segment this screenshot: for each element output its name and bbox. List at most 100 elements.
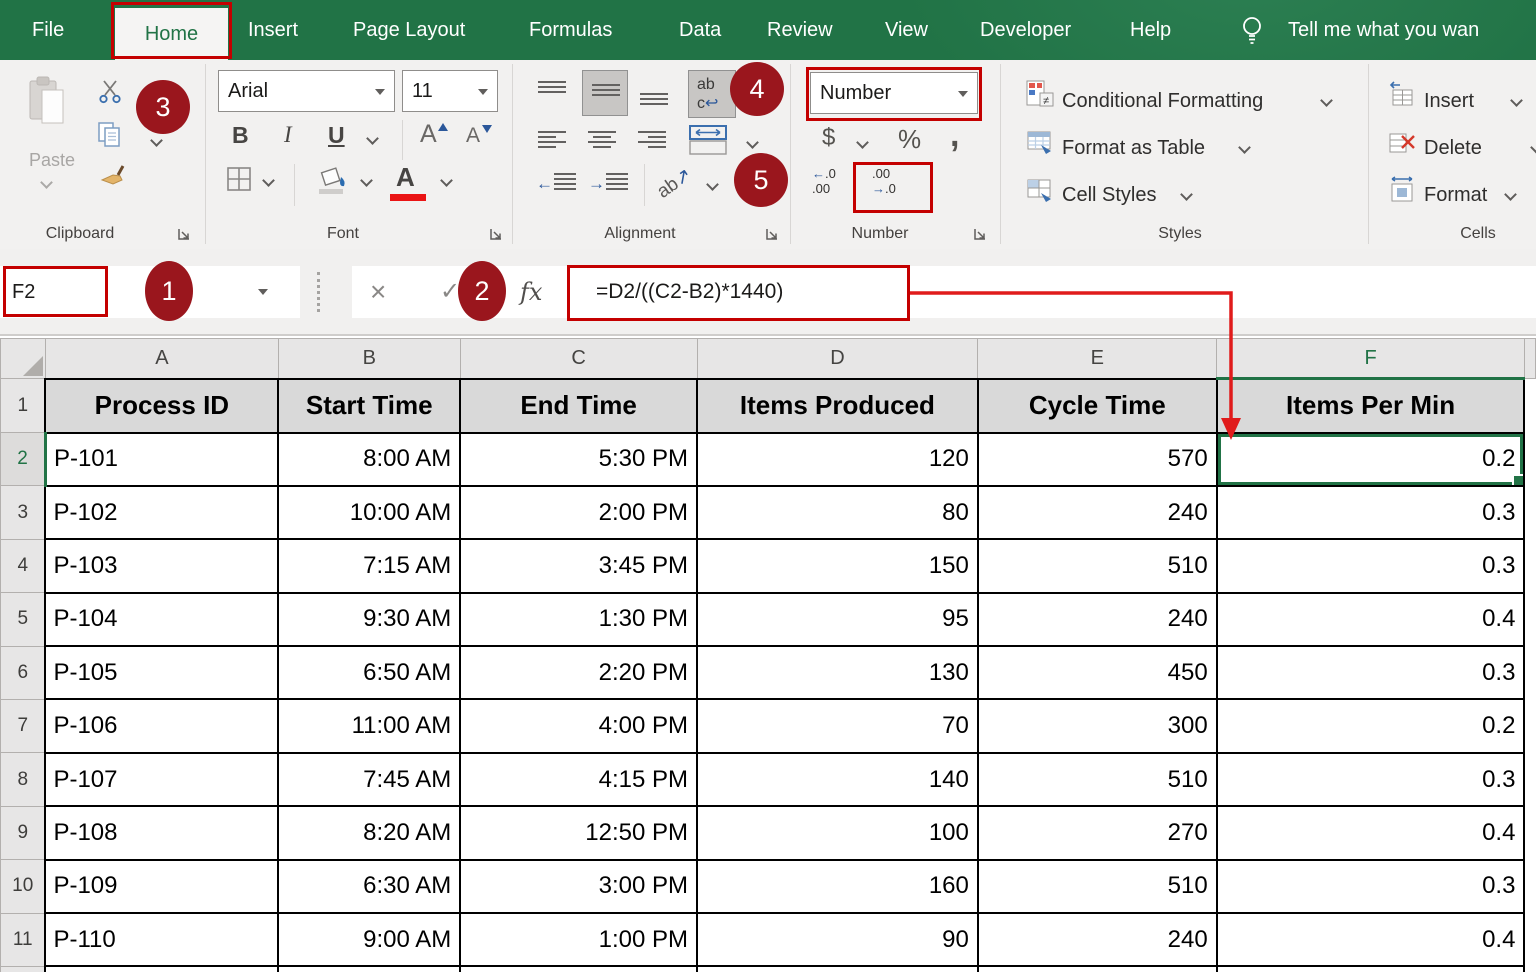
orientation-chevron[interactable] (706, 178, 719, 191)
italic-button[interactable]: I (284, 122, 292, 148)
format-cells-chevron[interactable] (1504, 188, 1517, 201)
select-all-button[interactable] (1, 339, 46, 379)
insert-cells-chevron[interactable] (1510, 94, 1523, 107)
paste-button[interactable]: Paste (29, 150, 75, 171)
cell-E3[interactable]: 240 (978, 486, 1217, 539)
underline-button[interactable]: U (328, 122, 345, 149)
cell-E4[interactable]: 510 (978, 539, 1217, 592)
cell-F3[interactable]: 0.3 (1217, 486, 1525, 539)
header-cell-E1[interactable]: Cycle Time (978, 379, 1217, 433)
conditional-formatting-button[interactable]: Conditional Formatting (1062, 90, 1263, 113)
cell-F11[interactable]: 0.4 (1217, 913, 1525, 966)
header-cell-C1[interactable]: End Time (460, 379, 697, 433)
column-header-D[interactable]: D (697, 339, 978, 379)
name-box-dropdown-icon[interactable] (258, 289, 268, 295)
header-cell-F1[interactable]: Items Per Min (1217, 379, 1525, 433)
row-header-8[interactable]: 8 (1, 753, 46, 806)
cell-C8[interactable]: 4:15 PM (460, 753, 697, 806)
percent-style-button[interactable]: % (898, 124, 921, 155)
format-cells-button[interactable]: Format (1424, 184, 1487, 207)
delete-cells-chevron[interactable] (1530, 141, 1536, 154)
row-header-6[interactable]: 6 (1, 646, 46, 699)
row-header-1[interactable]: 1 (1, 379, 46, 433)
format-painter-icon[interactable] (100, 164, 126, 195)
cell-F5[interactable]: 0.4 (1217, 593, 1525, 646)
clipboard-dialog-launcher-icon[interactable] (176, 226, 192, 247)
accounting-chevron[interactable] (856, 136, 869, 149)
cell-F10[interactable]: 0.3 (1217, 860, 1525, 913)
cell-A4[interactable]: P-103 (45, 539, 278, 592)
row-header-9[interactable]: 9 (1, 806, 46, 859)
tab-page-layout[interactable]: Page Layout (353, 0, 465, 60)
cell-C3[interactable]: 2:00 PM (460, 486, 697, 539)
cell-D5[interactable]: 95 (697, 593, 978, 646)
cell-F6[interactable]: 0.3 (1217, 646, 1525, 699)
cell-B4[interactable]: 7:15 AM (278, 539, 460, 592)
number-format-combo[interactable]: Number (810, 72, 978, 114)
comma-style-button[interactable]: , (950, 116, 959, 155)
cell-A2[interactable]: P-101 (45, 433, 278, 486)
font-size-combo[interactable]: 11 (402, 70, 498, 112)
cell-E11[interactable]: 240 (978, 913, 1217, 966)
cell-C11[interactable]: 1:00 PM (460, 913, 697, 966)
cell-D9[interactable]: 100 (697, 806, 978, 859)
paste-dropdown-chevron[interactable] (40, 176, 53, 189)
font-name-dropdown-icon[interactable] (375, 89, 385, 95)
row-header-7[interactable]: 7 (1, 699, 46, 752)
cut-icon[interactable] (98, 80, 122, 109)
cell-B11[interactable]: 9:00 AM (278, 913, 460, 966)
row-header-4[interactable]: 4 (1, 539, 46, 592)
bold-button[interactable]: B (232, 122, 249, 149)
cell-C2[interactable]: 5:30 PM (460, 433, 697, 486)
tab-file[interactable]: File (32, 0, 64, 60)
name-box[interactable]: F2 (0, 266, 300, 318)
cell-B7[interactable]: 11:00 AM (278, 699, 460, 752)
cell-C10[interactable]: 3:00 PM (460, 860, 697, 913)
enter-icon[interactable]: ✓ (440, 266, 460, 318)
row-header-partial[interactable] (1, 966, 46, 972)
cell-F4[interactable]: 0.3 (1217, 539, 1525, 592)
tab-help[interactable]: Help (1130, 0, 1171, 60)
decrease-decimal-button[interactable]: .00→.0 (872, 166, 896, 196)
selected-cell-F2[interactable]: 0.2 (1217, 433, 1525, 486)
cell-A7[interactable]: P-106 (45, 699, 278, 752)
column-header-B[interactable]: B (278, 339, 460, 379)
format-as-table-chevron[interactable] (1238, 141, 1251, 154)
cell-A9[interactable]: P-108 (45, 806, 278, 859)
font-name-combo[interactable]: Arial (218, 70, 395, 112)
font-color-button[interactable]: A (396, 162, 415, 193)
borders-button[interactable] (226, 166, 252, 197)
cell-A10[interactable]: P-109 (45, 860, 278, 913)
cell-A3[interactable]: P-102 (45, 486, 278, 539)
align-center-button[interactable] (588, 128, 616, 148)
number-format-dropdown-icon[interactable] (958, 91, 968, 97)
tab-view[interactable]: View (885, 0, 928, 60)
column-header-A[interactable]: A (45, 339, 278, 379)
cell-B6[interactable]: 6:50 AM (278, 646, 460, 699)
tab-insert[interactable]: Insert (248, 0, 298, 60)
cell-B3[interactable]: 10:00 AM (278, 486, 460, 539)
cell-C6[interactable]: 2:20 PM (460, 646, 697, 699)
header-cell-B1[interactable]: Start Time (278, 379, 460, 433)
font-dialog-launcher-icon[interactable] (488, 226, 504, 247)
cell-C5[interactable]: 1:30 PM (460, 593, 697, 646)
fill-color-button[interactable] (316, 164, 352, 199)
cell-E7[interactable]: 300 (978, 699, 1217, 752)
align-middle-button[interactable] (582, 70, 628, 116)
align-right-button[interactable] (638, 128, 666, 148)
cell-A5[interactable]: P-104 (45, 593, 278, 646)
tab-data[interactable]: Data (679, 0, 721, 60)
cell-styles-button[interactable]: Cell Styles (1062, 184, 1156, 207)
cell-F7[interactable]: 0.2 (1217, 699, 1525, 752)
borders-chevron[interactable] (262, 174, 275, 187)
merge-chevron[interactable] (746, 136, 759, 149)
alignment-dialog-launcher-icon[interactable] (764, 226, 780, 247)
row-header-11[interactable]: 11 (1, 913, 46, 966)
formula-input[interactable]: =D2/((C2-B2)*1440) (596, 266, 783, 318)
row-header-2[interactable]: 2 (1, 433, 46, 486)
cell-E5[interactable]: 240 (978, 593, 1217, 646)
cell-E8[interactable]: 510 (978, 753, 1217, 806)
cell-C7[interactable]: 4:00 PM (460, 699, 697, 752)
fill-color-chevron[interactable] (360, 174, 373, 187)
cell-D4[interactable]: 150 (697, 539, 978, 592)
